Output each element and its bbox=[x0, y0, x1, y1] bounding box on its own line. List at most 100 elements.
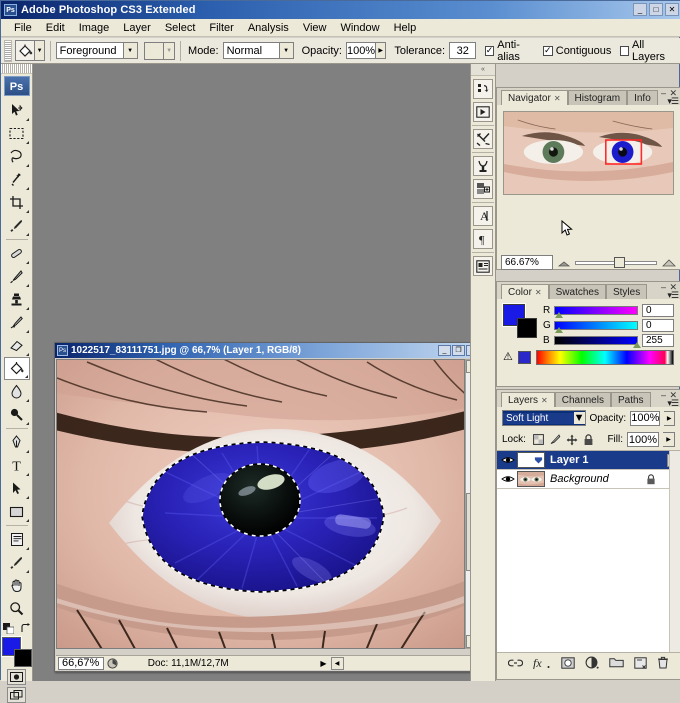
out-of-gamut-swatch[interactable] bbox=[517, 351, 531, 364]
zoom-tool[interactable] bbox=[4, 597, 30, 620]
tab-info[interactable]: Info bbox=[627, 90, 658, 105]
tolerance-input[interactable]: 32 bbox=[449, 42, 477, 59]
tab-color[interactable]: Color ✕ bbox=[501, 284, 549, 299]
layers-scrollbar[interactable] bbox=[669, 451, 680, 652]
zoom-in-icon[interactable] bbox=[662, 258, 676, 267]
lock-image-icon[interactable] bbox=[549, 434, 561, 445]
dodge-tool[interactable] bbox=[4, 403, 30, 426]
link-layers-icon[interactable] bbox=[508, 658, 523, 668]
notes-tool[interactable] bbox=[4, 528, 30, 551]
zoom-level-input[interactable]: 66,67% bbox=[58, 656, 104, 670]
layer-visibility-icon[interactable] bbox=[499, 455, 517, 465]
minimize-icon[interactable]: – bbox=[661, 282, 666, 292]
green-slider-thumb[interactable] bbox=[555, 326, 563, 333]
layers-list[interactable]: Layer 1 ▲ bbox=[497, 450, 680, 652]
paint-bucket-tool[interactable] bbox=[3, 357, 30, 380]
image-canvas[interactable] bbox=[56, 359, 465, 649]
minimize-button[interactable]: _ bbox=[633, 3, 647, 16]
zoom-out-icon[interactable] bbox=[558, 259, 570, 267]
tool-presets-icon[interactable] bbox=[473, 102, 493, 122]
status-flyout-icon[interactable]: ▶ bbox=[317, 659, 331, 668]
hand-tool[interactable] bbox=[4, 574, 30, 597]
blue-slider-track[interactable] bbox=[554, 335, 641, 348]
preview-toggle-icon[interactable] bbox=[104, 657, 120, 669]
maximize-button[interactable]: □ bbox=[649, 3, 663, 16]
eyedropper-tool[interactable] bbox=[4, 214, 30, 237]
panel-menu-icon[interactable]: ▾☰ bbox=[667, 398, 679, 409]
character-icon[interactable]: A bbox=[473, 206, 493, 226]
tab-paths[interactable]: Paths bbox=[610, 392, 651, 407]
delete-layer-icon[interactable] bbox=[657, 656, 669, 669]
eyedropper-2-tool[interactable] bbox=[4, 551, 30, 574]
red-slider-thumb[interactable] bbox=[555, 311, 563, 318]
tab-channels[interactable]: Channels bbox=[554, 392, 611, 407]
healing-brush-tool[interactable] bbox=[4, 242, 30, 265]
close-icon[interactable]: ✕ bbox=[541, 396, 548, 405]
green-value-input[interactable]: 0 bbox=[642, 318, 674, 332]
blue-slider-thumb[interactable] bbox=[633, 341, 641, 348]
history-brush-tool[interactable] bbox=[4, 311, 30, 334]
marquee-tool[interactable] bbox=[4, 122, 30, 145]
new-layer-icon[interactable] bbox=[634, 656, 647, 669]
anti-alias-checkbox[interactable]: ✓ Anti-alias bbox=[484, 39, 534, 63]
tab-swatches[interactable]: Swatches bbox=[548, 284, 606, 299]
menu-layer[interactable]: Layer bbox=[116, 21, 158, 35]
brush-tool[interactable] bbox=[4, 265, 30, 288]
clone-source-icon[interactable] bbox=[473, 156, 493, 176]
pattern-chevron-icon[interactable]: ▼ bbox=[164, 41, 176, 60]
path-selection-tool[interactable] bbox=[4, 477, 30, 500]
document-maximize-button[interactable]: ❐ bbox=[452, 345, 465, 356]
menu-view[interactable]: View bbox=[296, 21, 334, 35]
dock-collapse-button[interactable]: « bbox=[471, 64, 495, 76]
paragraph-icon[interactable]: ¶ bbox=[473, 229, 493, 249]
opacity-input[interactable]: 100% bbox=[345, 42, 377, 59]
mode-select[interactable]: Normal ▼ bbox=[222, 42, 294, 59]
pen-tool[interactable] bbox=[4, 431, 30, 454]
layer-comps-icon[interactable] bbox=[473, 179, 493, 199]
magic-wand-tool[interactable] bbox=[4, 168, 30, 191]
layer-name[interactable]: Layer 1 bbox=[550, 454, 589, 466]
quick-mask-button[interactable] bbox=[7, 669, 26, 685]
zoom-slider-thumb[interactable] bbox=[614, 257, 626, 268]
tab-navigator[interactable]: Navigator ✕ bbox=[501, 90, 568, 105]
layer-style-fx-icon[interactable]: fx bbox=[533, 657, 551, 669]
navigator-zoom-input[interactable]: 66.67% bbox=[501, 255, 553, 270]
opacity-stepper-icon[interactable]: ▶ bbox=[376, 42, 387, 59]
red-value-input[interactable]: 0 bbox=[642, 303, 674, 317]
fill-input[interactable]: 100% bbox=[627, 432, 659, 447]
tool-preset-chevron-icon[interactable]: ▼ bbox=[35, 40, 45, 61]
toolbox-grip[interactable] bbox=[1, 64, 32, 74]
background-color-swatch[interactable] bbox=[13, 649, 32, 667]
shape-tool[interactable] bbox=[4, 500, 30, 523]
tools-icon[interactable] bbox=[473, 129, 493, 149]
lock-all-icon[interactable] bbox=[583, 433, 594, 446]
paint-bucket-icon[interactable] bbox=[14, 40, 36, 61]
swap-colors-icon[interactable] bbox=[20, 623, 31, 634]
close-icon[interactable]: ✕ bbox=[554, 94, 561, 103]
tab-styles[interactable]: Styles bbox=[605, 284, 648, 299]
document-title-bar[interactable]: Ps 1022517_83111751.jpg @ 66,7% (Layer 1… bbox=[55, 343, 481, 358]
close-icon[interactable]: ✕ bbox=[535, 288, 542, 297]
layer-thumbnail[interactable] bbox=[517, 452, 545, 468]
pattern-swatch[interactable] bbox=[143, 41, 165, 60]
chevron-down-icon[interactable]: ▼ bbox=[122, 43, 137, 58]
chevron-down-icon[interactable]: ▼ bbox=[278, 43, 293, 58]
navigator-thumbnail[interactable] bbox=[503, 111, 674, 195]
contiguous-checkbox[interactable]: ✓ Contiguous bbox=[542, 45, 611, 57]
panel-menu-icon[interactable]: ▾☰ bbox=[667, 290, 679, 301]
menu-window[interactable]: Window bbox=[333, 21, 386, 35]
red-slider-track[interactable] bbox=[554, 305, 638, 318]
lock-transparent-icon[interactable] bbox=[533, 434, 544, 445]
close-button[interactable]: ✕ bbox=[665, 3, 679, 16]
layers-opacity-input[interactable]: 100% bbox=[630, 410, 661, 426]
gamut-warning-icon[interactable]: ⚠ bbox=[503, 352, 513, 363]
layer-thumbnail[interactable] bbox=[517, 471, 545, 487]
table-row[interactable]: Background bbox=[497, 470, 680, 489]
menu-edit[interactable]: Edit bbox=[39, 21, 72, 35]
menu-filter[interactable]: Filter bbox=[202, 21, 240, 35]
minimize-icon[interactable]: – bbox=[661, 88, 666, 98]
default-colors-icon[interactable] bbox=[2, 623, 14, 634]
tab-layers[interactable]: Layers ✕ bbox=[501, 392, 555, 407]
color-spectrum-ramp[interactable] bbox=[535, 350, 674, 365]
clone-stamp-tool[interactable] bbox=[4, 288, 30, 311]
